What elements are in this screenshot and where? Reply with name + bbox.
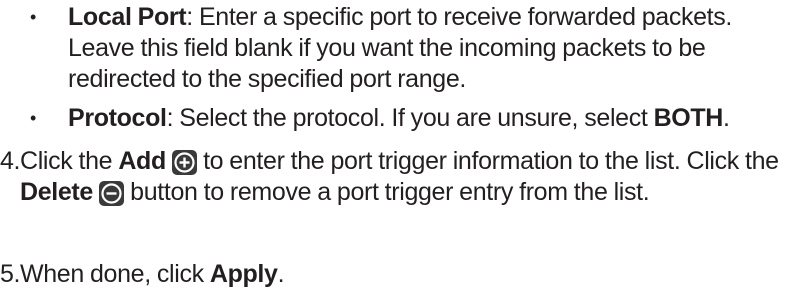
protocol-item: • Protocol: Select the protocol. If you … <box>30 103 790 134</box>
step-number: 4. <box>0 147 21 175</box>
local-port-description: Local Port: Enter a specific port to rec… <box>68 2 790 95</box>
minus-circle-icon <box>99 181 125 206</box>
local-port-item: • Local Port: Enter a specific port to r… <box>30 2 790 95</box>
bullet-mark: • <box>30 108 36 128</box>
protocol-text: : Select the protocol. If you are unsure… <box>166 104 654 132</box>
step-4-text: Click the Add to enter the port trigger … <box>20 146 796 208</box>
plus-circle-icon <box>171 150 197 175</box>
step-5-text: When done, click Apply. <box>20 259 796 290</box>
apply-label: Apply <box>209 260 278 288</box>
local-port-term: Local Port <box>68 3 187 31</box>
step-4: 4. Click the Add to enter the port trigg… <box>0 146 796 208</box>
protocol-term: Protocol <box>68 104 167 132</box>
protocol-end: . <box>723 104 730 132</box>
protocol-value: BOTH <box>653 104 724 132</box>
step-number: 5. <box>0 260 21 288</box>
add-label: Add <box>118 147 166 175</box>
delete-label: Delete <box>20 178 93 206</box>
step-5-part-1: When done, click <box>20 260 210 288</box>
step-4-part-2: to enter the port trigger information to… <box>196 147 779 175</box>
step-4-part-1: Click the <box>20 147 119 175</box>
manual-page: • Local Port: Enter a specific port to r… <box>0 0 796 296</box>
bullet-mark: • <box>30 7 36 27</box>
step-4-part-3: button to remove a port trigger entry fr… <box>124 178 650 206</box>
step-5: 5. When done, click Apply. <box>0 259 796 290</box>
protocol-description: Protocol: Select the protocol. If you ar… <box>68 103 790 134</box>
step-5-end: . <box>277 260 285 288</box>
